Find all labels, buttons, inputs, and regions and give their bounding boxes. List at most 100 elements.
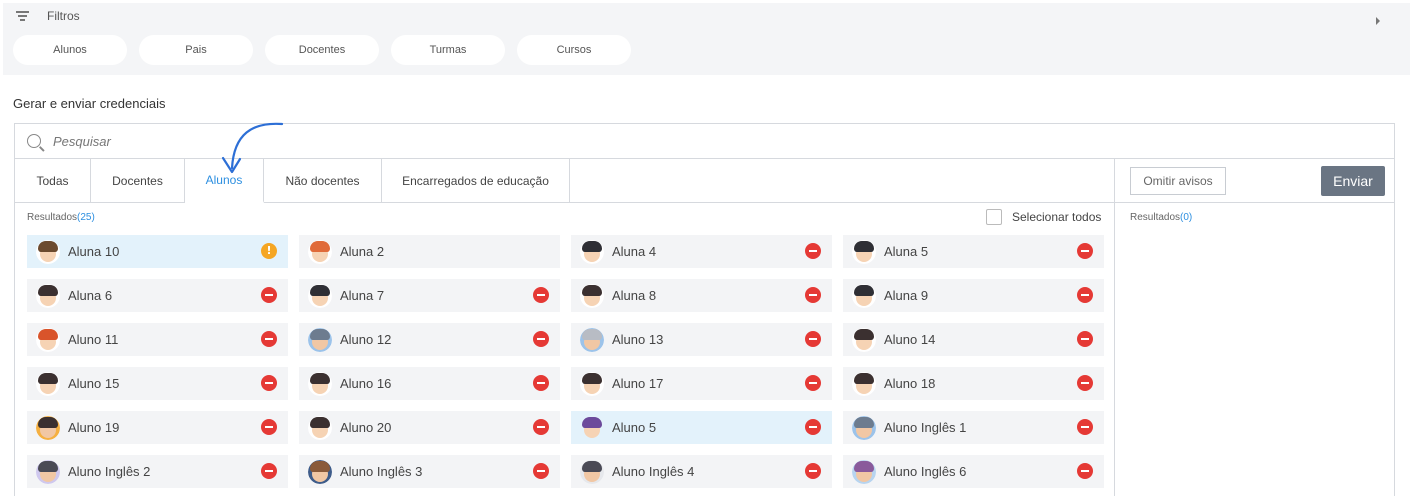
blocked-icon[interactable] xyxy=(1077,331,1093,347)
blocked-icon[interactable] xyxy=(1077,463,1093,479)
blocked-icon[interactable] xyxy=(805,375,821,391)
person-card[interactable]: Aluno Inglês 2 xyxy=(27,455,288,488)
filter-pill-docentes[interactable]: Docentes xyxy=(265,35,379,65)
person-card[interactable]: Aluno 14 xyxy=(843,323,1104,356)
blocked-icon[interactable] xyxy=(805,243,821,259)
person-card[interactable]: Aluno 13 xyxy=(571,323,832,356)
person-card[interactable]: Aluno 12 xyxy=(299,323,560,356)
avatar xyxy=(580,459,604,484)
select-all[interactable]: Selecionar todos xyxy=(986,209,1101,225)
person-name: Aluna 5 xyxy=(884,244,929,259)
person-name: Aluna 4 xyxy=(612,244,657,259)
filter-pills: Alunos Pais Docentes Turmas Cursos xyxy=(13,35,631,65)
avatar xyxy=(580,415,604,440)
filter-pill-alunos[interactable]: Alunos xyxy=(13,35,127,65)
person-card[interactable]: Aluno Inglês 6 xyxy=(843,455,1104,488)
filter-icon xyxy=(16,11,29,21)
avatar xyxy=(36,415,60,440)
tab-todas[interactable]: Todas xyxy=(15,159,91,203)
blocked-icon[interactable] xyxy=(261,463,277,479)
person-card[interactable]: Aluno 11 xyxy=(27,323,288,356)
person-name: Aluno Inglês 6 xyxy=(884,464,967,479)
person-card[interactable]: Aluno Inglês 3 xyxy=(299,455,560,488)
person-card[interactable]: Aluno 20 xyxy=(299,411,560,444)
filters-header[interactable]: Filtros xyxy=(16,9,80,23)
curved-arrow-icon xyxy=(221,122,284,174)
selected-results-count: (0) xyxy=(1180,212,1193,223)
person-name: Aluna 2 xyxy=(340,244,385,259)
blocked-icon[interactable] xyxy=(261,331,277,347)
tab-docentes[interactable]: Docentes xyxy=(91,159,185,203)
avatar xyxy=(308,415,332,440)
filter-pill-cursos[interactable]: Cursos xyxy=(517,35,631,65)
filters-bar: Filtros Alunos Pais Docentes Turmas Curs… xyxy=(3,3,1410,75)
blocked-icon[interactable] xyxy=(1077,243,1093,259)
blocked-icon[interactable] xyxy=(805,419,821,435)
select-all-label: Selecionar todos xyxy=(1012,210,1102,224)
blocked-icon[interactable] xyxy=(1077,419,1093,435)
blocked-icon[interactable] xyxy=(533,419,549,435)
person-card[interactable]: Aluna 8 xyxy=(571,279,832,312)
person-card[interactable]: Aluno Inglês 1 xyxy=(843,411,1104,444)
person-card[interactable]: Aluno 19 xyxy=(27,411,288,444)
person-name: Aluno 12 xyxy=(340,332,392,347)
person-card[interactable]: Aluno Inglês 4 xyxy=(571,455,832,488)
selected-toolbar: Omitir avisos Enviar xyxy=(1115,159,1395,203)
avatar xyxy=(36,239,60,264)
caret-right-icon[interactable] xyxy=(1376,17,1380,25)
filter-pill-turmas[interactable]: Turmas xyxy=(391,35,505,65)
person-card[interactable]: Aluna 2 xyxy=(299,235,560,268)
send-button[interactable]: Enviar xyxy=(1321,166,1385,196)
person-name: Aluno 14 xyxy=(884,332,936,347)
person-card[interactable]: Aluna 6 xyxy=(27,279,288,312)
blocked-icon[interactable] xyxy=(261,287,277,303)
select-all-checkbox[interactable] xyxy=(986,209,1002,225)
person-card[interactable]: Aluno 5 xyxy=(571,411,832,444)
results-label: Resultados xyxy=(27,212,78,223)
person-name: Aluno Inglês 1 xyxy=(884,420,967,435)
avatar xyxy=(36,459,60,484)
blocked-icon[interactable] xyxy=(533,287,549,303)
person-card[interactable]: Aluna 5 xyxy=(843,235,1104,268)
warning-icon[interactable] xyxy=(261,243,277,259)
blocked-icon[interactable] xyxy=(533,331,549,347)
filter-pill-pais[interactable]: Pais xyxy=(139,35,253,65)
avatar xyxy=(36,283,60,308)
blocked-icon[interactable] xyxy=(261,419,277,435)
avatar xyxy=(308,283,332,308)
person-card[interactable]: Aluna 9 xyxy=(843,279,1104,312)
blocked-icon[interactable] xyxy=(805,287,821,303)
person-name: Aluno Inglês 4 xyxy=(612,464,695,479)
avatar xyxy=(36,327,60,352)
person-card[interactable]: Aluno 16 xyxy=(299,367,560,400)
avatar xyxy=(852,371,876,396)
person-card[interactable]: Aluno 17 xyxy=(571,367,832,400)
avatar xyxy=(852,459,876,484)
blocked-icon[interactable] xyxy=(805,463,821,479)
search-input[interactable] xyxy=(53,133,353,149)
person-card[interactable]: Aluna 4 xyxy=(571,235,832,268)
blocked-icon[interactable] xyxy=(1077,287,1093,303)
person-name: Aluno 20 xyxy=(340,420,392,435)
person-name: Aluno 5 xyxy=(612,420,657,435)
person-card[interactable]: Aluno 15 xyxy=(27,367,288,400)
blocked-icon[interactable] xyxy=(1077,375,1093,391)
avatar xyxy=(580,371,604,396)
search-icon xyxy=(27,134,41,148)
tab-bar: Todas Docentes Alunos Não docentes Encar… xyxy=(15,159,1114,203)
avatar xyxy=(852,327,876,352)
omit-warnings-button[interactable]: Omitir avisos xyxy=(1130,167,1226,195)
tab-encarregados[interactable]: Encarregados de educação xyxy=(382,159,570,203)
person-card[interactable]: Aluna 7 xyxy=(299,279,560,312)
person-name: Aluno Inglês 2 xyxy=(68,464,151,479)
avatar xyxy=(852,415,876,440)
person-card[interactable]: Aluno 18 xyxy=(843,367,1104,400)
blocked-icon[interactable] xyxy=(533,463,549,479)
blocked-icon[interactable] xyxy=(805,331,821,347)
blocked-icon[interactable] xyxy=(261,375,277,391)
avatar xyxy=(308,459,332,484)
page-title: Gerar e enviar credenciais xyxy=(13,96,166,111)
person-card[interactable]: Aluna 10 xyxy=(27,235,288,268)
blocked-icon[interactable] xyxy=(533,375,549,391)
avatar xyxy=(852,239,876,264)
